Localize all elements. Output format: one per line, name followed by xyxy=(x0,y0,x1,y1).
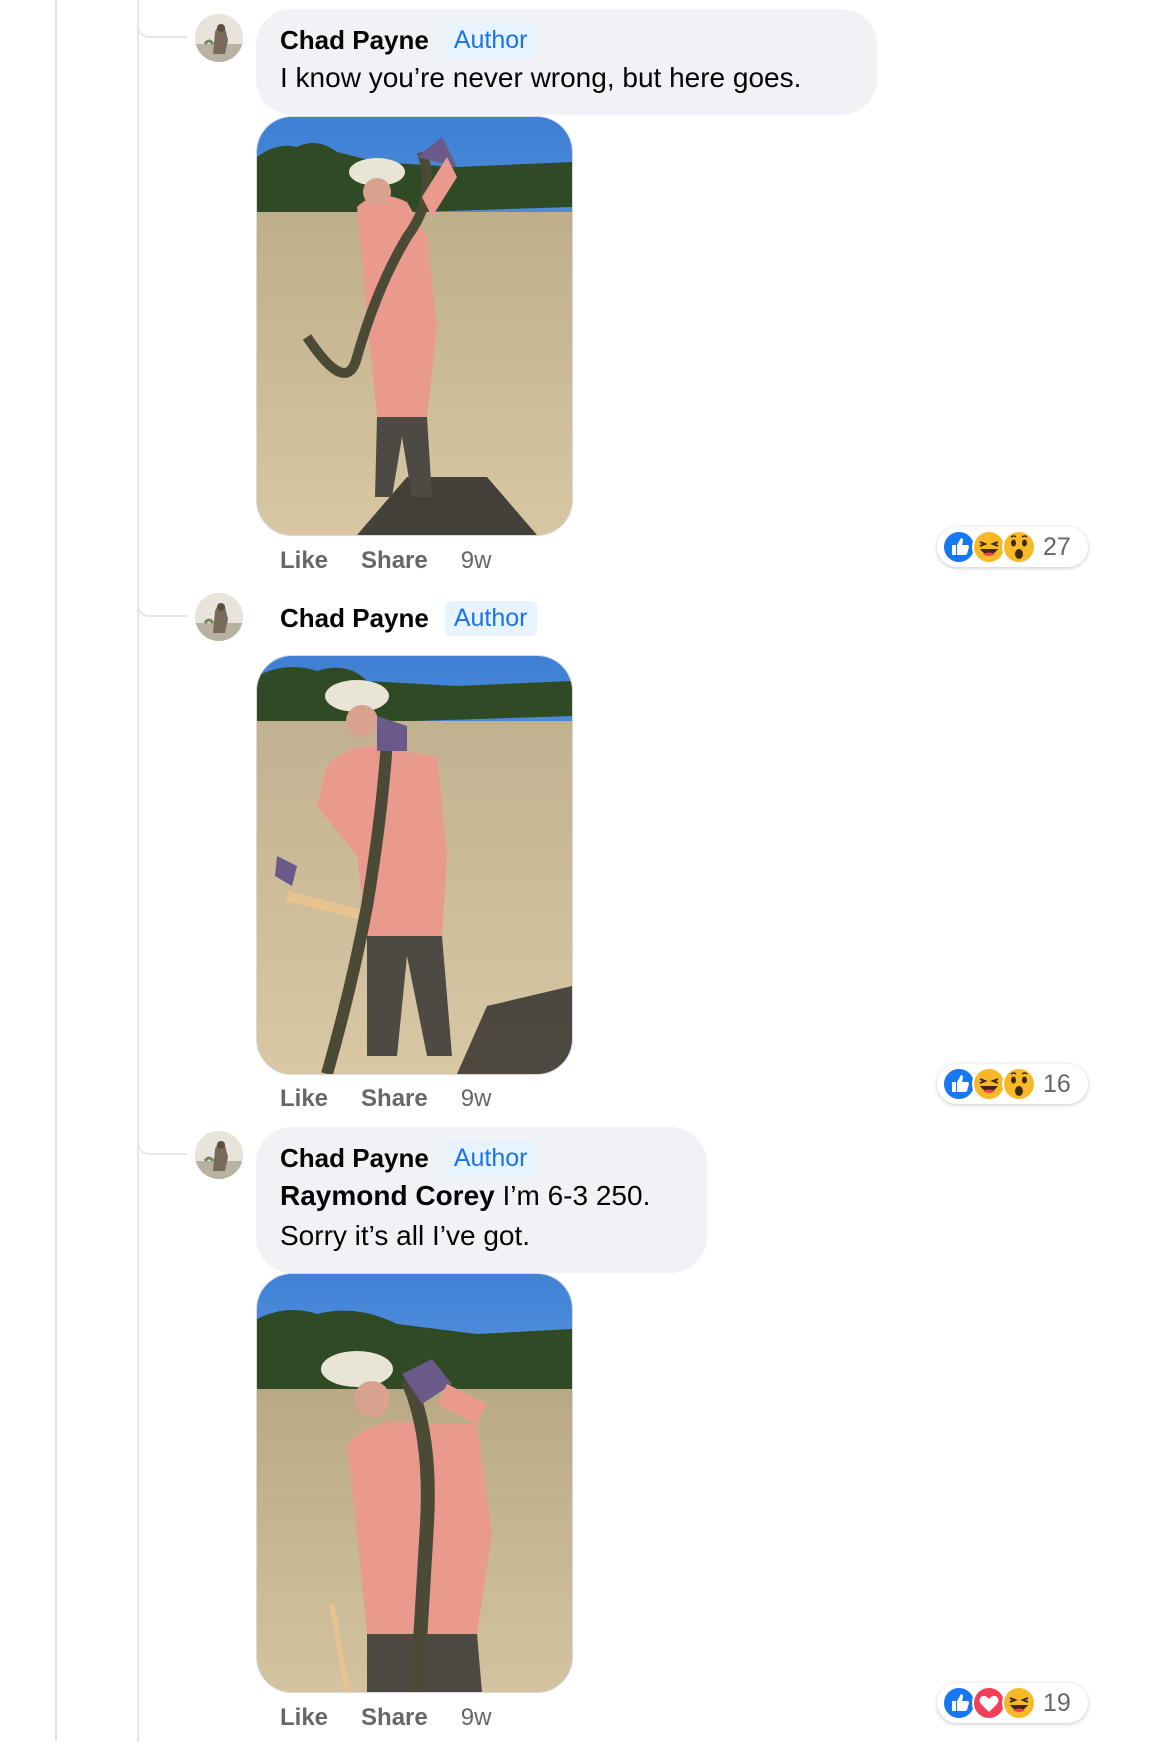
comment-text: Raymond Corey I’m 6-3 250. xyxy=(280,1176,683,1216)
comment-bubble: Chad Payne Author Raymond Corey I’m 6-3 … xyxy=(256,1127,707,1273)
mention-link[interactable]: Raymond Corey xyxy=(280,1180,495,1211)
reaction-count: 27 xyxy=(1043,532,1071,561)
reaction-count: 16 xyxy=(1043,1069,1071,1098)
wow-reaction-icon xyxy=(1001,1066,1037,1102)
comment-text-body: I’m 6-3 250. xyxy=(494,1180,651,1211)
avatar[interactable] xyxy=(195,14,243,62)
author-name[interactable]: Chad Payne xyxy=(280,603,429,634)
share-button[interactable]: Share xyxy=(361,1704,428,1732)
reaction-summary[interactable]: 27 xyxy=(937,527,1088,567)
comment-photo[interactable] xyxy=(256,1273,573,1693)
avatar[interactable] xyxy=(195,1131,243,1179)
share-button[interactable]: Share xyxy=(361,547,428,575)
author-badge: Author xyxy=(444,601,537,636)
thread-line-outer xyxy=(55,0,57,1742)
comment-text-line2: Sorry it’s all I’ve got. xyxy=(280,1220,531,1251)
timestamp[interactable]: 9w xyxy=(461,1085,492,1113)
haha-reaction-icon xyxy=(1001,1685,1037,1721)
timestamp[interactable]: 9w xyxy=(461,547,492,575)
author-badge: Author xyxy=(444,23,537,58)
like-button[interactable]: Like xyxy=(280,1085,328,1113)
reaction-summary[interactable]: 16 xyxy=(937,1064,1088,1104)
reply-connector xyxy=(137,605,187,617)
timestamp[interactable]: 9w xyxy=(461,1704,492,1732)
author-badge: Author xyxy=(444,1141,537,1176)
like-button[interactable]: Like xyxy=(280,547,328,575)
comment-photo[interactable] xyxy=(256,655,573,1075)
comment-photo[interactable] xyxy=(256,116,573,536)
comment-header: Chad Payne Author xyxy=(280,601,537,636)
thread-line-inner xyxy=(137,0,139,1742)
comment-actions: Like Share 9w xyxy=(280,547,491,575)
reaction-count: 19 xyxy=(1043,1688,1071,1717)
comment-text: I know you’re never wrong, but here goes… xyxy=(280,62,802,93)
comment-actions: Like Share 9w xyxy=(280,1704,491,1732)
comment-actions: Like Share 9w xyxy=(280,1085,491,1113)
like-button[interactable]: Like xyxy=(280,1704,328,1732)
reaction-summary[interactable]: 19 xyxy=(937,1683,1088,1723)
wow-reaction-icon xyxy=(1001,529,1037,565)
author-name[interactable]: Chad Payne xyxy=(280,25,429,56)
avatar[interactable] xyxy=(195,593,243,641)
author-name[interactable]: Chad Payne xyxy=(280,1143,429,1174)
share-button[interactable]: Share xyxy=(361,1085,428,1113)
comment-bubble: Chad Payne Author I know you’re never wr… xyxy=(256,9,877,115)
reply-connector xyxy=(137,1143,187,1155)
reply-connector xyxy=(137,26,187,38)
